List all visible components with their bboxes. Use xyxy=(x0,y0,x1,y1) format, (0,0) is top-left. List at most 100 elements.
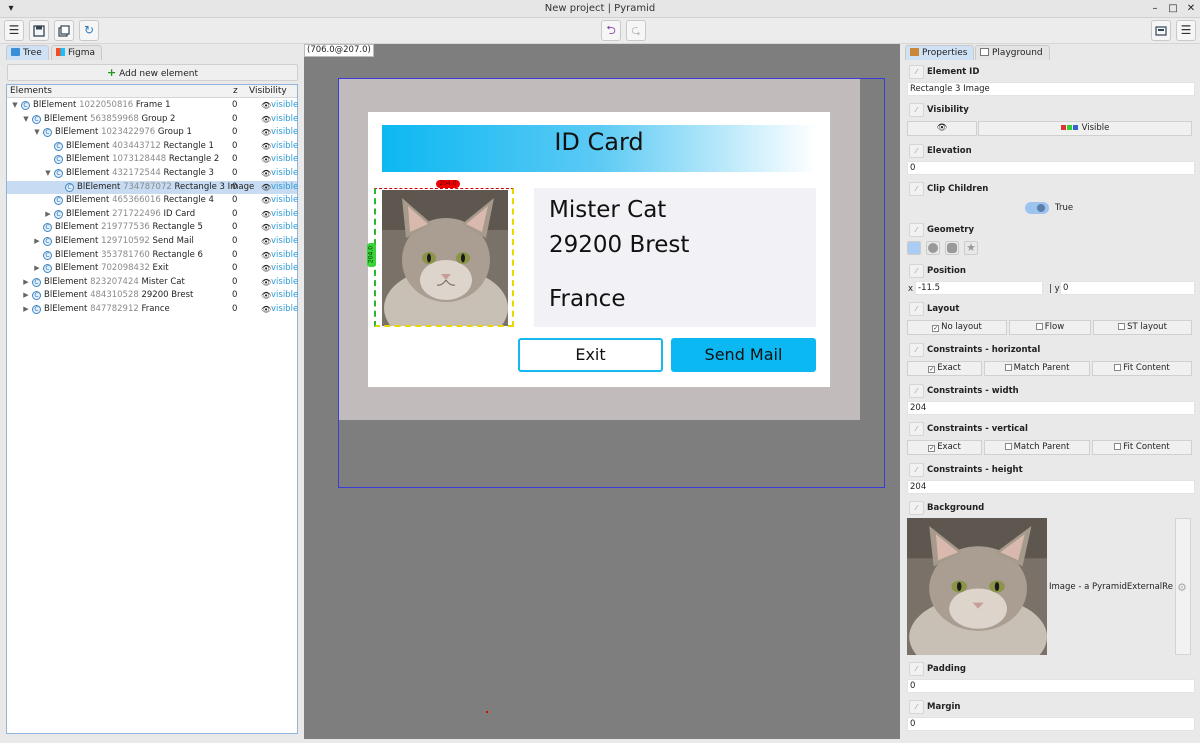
tree-row[interactable]: ▶ C BlElement 129710592 Send Mail 0 👁 visible xyxy=(7,235,298,248)
expand-arrow-icon[interactable]: ▶ xyxy=(44,208,52,221)
visibility-selector[interactable]: Visible xyxy=(978,121,1192,136)
name-text[interactable]: Mister Cat xyxy=(549,197,666,223)
eye-icon[interactable]: 👁 xyxy=(261,153,271,166)
country-text[interactable]: France xyxy=(549,286,625,312)
tree-row[interactable]: C BlElement 465366016 Rectangle 4 0 👁 visibl… xyxy=(7,194,298,207)
collapse-arrow-icon[interactable]: ▼ xyxy=(11,99,19,112)
eye-icon[interactable]: 👁 xyxy=(261,289,271,302)
send-mail-button[interactable]: Send Mail xyxy=(671,338,816,372)
column-z[interactable]: z xyxy=(233,86,238,96)
h-constraint-exact[interactable]: ✓ Exact xyxy=(907,361,982,376)
visibility-value[interactable]: visible xyxy=(271,249,298,262)
column-visibility[interactable]: Visibility xyxy=(249,86,287,96)
collapse-arrow-icon[interactable]: ▼ xyxy=(44,167,52,180)
preview-window-icon[interactable] xyxy=(1151,20,1171,41)
eye-icon[interactable]: 👁 xyxy=(261,221,271,234)
pin-icon[interactable]: ⁄ xyxy=(909,182,924,196)
tree-row[interactable]: C BlElement 1073128448 Rectangle 2 0 👁 visib… xyxy=(7,153,298,166)
selection-outline[interactable] xyxy=(374,188,514,327)
eye-icon[interactable]: 👁 xyxy=(261,194,271,207)
visibility-value[interactable]: visible xyxy=(271,221,298,234)
id-card-title[interactable]: ID Card xyxy=(382,128,816,156)
visibility-value[interactable]: visible xyxy=(271,303,298,316)
visibility-value[interactable]: visible xyxy=(271,153,298,166)
constraints-height-field[interactable]: 204 xyxy=(907,480,1195,494)
visibility-value[interactable]: visible xyxy=(271,262,298,275)
h-constraint-fit-content[interactable]: Fit Content xyxy=(1092,361,1192,376)
pin-icon[interactable]: ⁄ xyxy=(909,343,924,357)
layout-option-st-layout[interactable]: ST layout xyxy=(1093,320,1192,335)
pin-icon[interactable]: ⁄ xyxy=(909,422,924,436)
layout-option-flow[interactable]: Flow xyxy=(1009,320,1091,335)
tree-row[interactable]: ▼ C BlElement 563859968 Group 2 0 👁 visible xyxy=(7,113,298,126)
visibility-value[interactable]: visible xyxy=(271,289,298,302)
visibility-value[interactable]: visible xyxy=(271,235,298,248)
side-menu-button[interactable]: ☰ xyxy=(1176,20,1196,41)
refresh-icon[interactable]: ↻ xyxy=(79,20,99,41)
column-elements[interactable]: Elements xyxy=(10,86,52,96)
clip-children-toggle[interactable] xyxy=(1025,202,1049,214)
eye-icon[interactable]: 👁 xyxy=(261,208,271,221)
tree-row[interactable]: ▶ C BlElement 271722496 ID Card 0 👁 visible xyxy=(7,208,298,221)
star-shape-icon[interactable]: ★ xyxy=(964,241,978,255)
visibility-value[interactable]: visible xyxy=(271,167,298,180)
visibility-value[interactable]: visible xyxy=(271,113,298,126)
tree-row[interactable]: C BlElement 734787072 Rectangle 3 Image 0 👁… xyxy=(7,180,298,194)
undo-arrow-icon[interactable]: ⮌ xyxy=(601,20,621,41)
padding-field[interactable]: 0 xyxy=(907,679,1195,693)
elevation-field[interactable]: 0 xyxy=(907,161,1195,175)
visibility-value[interactable]: visible xyxy=(271,99,298,112)
tree-row[interactable]: ▶ C BlElement 702098432 Exit 0 👁 visible xyxy=(7,262,298,275)
pin-icon[interactable]: ⁄ xyxy=(909,103,924,117)
visibility-value[interactable]: visible xyxy=(271,276,298,289)
expand-arrow-icon[interactable]: ▶ xyxy=(22,289,30,302)
h-constraint-match-parent[interactable]: Match Parent xyxy=(984,361,1090,376)
tree-row[interactable]: ▶ C BlElement 847782912 France 0 👁 visible xyxy=(7,303,298,316)
tree-row[interactable]: ▶ C BlElement 484310528 29200 Brest 0 👁 visib… xyxy=(7,289,298,302)
eye-icon[interactable]: 👁 xyxy=(261,113,271,126)
tab-tree[interactable]: Tree xyxy=(6,45,49,60)
visibility-value[interactable]: visible xyxy=(271,140,298,153)
pin-icon[interactable]: ⁄ xyxy=(909,384,924,398)
margin-field[interactable]: 0 xyxy=(907,717,1195,731)
tree-row[interactable]: ▶ C BlElement 823207424 Mister Cat 0 👁 visibl… xyxy=(7,276,298,289)
exit-button[interactable]: Exit xyxy=(518,338,663,372)
eye-icon[interactable]: 👁 xyxy=(261,262,271,275)
save-icon[interactable] xyxy=(29,20,49,41)
eye-icon[interactable]: 👁 xyxy=(261,276,271,289)
redo-arrow-icon[interactable]: ⮎ xyxy=(626,20,646,41)
expand-arrow-icon[interactable]: ▶ xyxy=(33,262,41,275)
pin-icon[interactable]: ⁄ xyxy=(909,463,924,477)
constraints-width-field[interactable]: 204 xyxy=(907,401,1195,415)
eye-icon[interactable]: 👁 xyxy=(261,140,271,153)
add-new-element-button[interactable]: + Add new element xyxy=(7,64,298,81)
position-y-field[interactable]: 0 xyxy=(1060,281,1195,295)
tree-row[interactable]: C BlElement 403443712 Rectangle 1 0 👁 visibl… xyxy=(7,140,298,153)
minimize-icon[interactable]: – xyxy=(1148,2,1162,16)
visibility-value[interactable]: visible xyxy=(271,181,298,194)
eye-icon[interactable]: 👁 xyxy=(261,235,271,248)
eye-icon[interactable]: 👁 xyxy=(261,126,271,139)
pin-icon[interactable]: ⁄ xyxy=(909,501,924,515)
tab-properties[interactable]: Properties xyxy=(905,45,975,60)
pin-icon[interactable]: ⁄ xyxy=(909,65,924,79)
gear-icon[interactable]: ⚙ xyxy=(1177,581,1187,594)
v-constraint-match-parent[interactable]: Match Parent xyxy=(984,440,1090,455)
expand-arrow-icon[interactable]: ▶ xyxy=(22,303,30,316)
circle-shape-icon[interactable] xyxy=(926,241,940,255)
close-icon[interactable]: ✕ xyxy=(1184,2,1198,16)
background-thumbnail[interactable] xyxy=(907,518,1047,655)
visibility-value[interactable]: visible xyxy=(271,126,298,139)
pin-icon[interactable]: ⁄ xyxy=(909,662,924,676)
collapse-arrow-icon[interactable]: ▼ xyxy=(33,126,41,139)
visibility-value[interactable]: visible xyxy=(271,208,298,221)
pin-icon[interactable]: ⁄ xyxy=(909,223,924,237)
element-id-field[interactable]: Rectangle 3 Image xyxy=(907,82,1195,96)
pin-icon[interactable]: ⁄ xyxy=(909,302,924,316)
expand-arrow-icon[interactable]: ▶ xyxy=(33,235,41,248)
pin-icon[interactable]: ⁄ xyxy=(909,264,924,278)
v-constraint-exact[interactable]: ✓ Exact xyxy=(907,440,982,455)
tree-row[interactable]: C BlElement 219777536 Rectangle 5 0 👁 visibl… xyxy=(7,221,298,234)
position-x-field[interactable]: -11.5 xyxy=(915,281,1043,295)
export-icon[interactable] xyxy=(54,20,74,41)
